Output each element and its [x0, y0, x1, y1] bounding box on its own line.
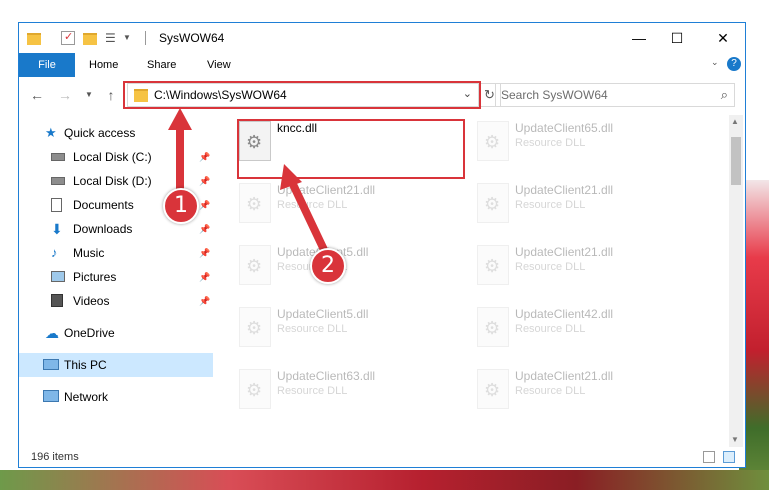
arrow-1 [168, 108, 192, 200]
callout-badge-2: 2 [310, 248, 346, 284]
callout-badge-1: 1 [163, 188, 199, 224]
arrow-2 [280, 164, 330, 258]
annotation-arrows [168, 108, 330, 258]
